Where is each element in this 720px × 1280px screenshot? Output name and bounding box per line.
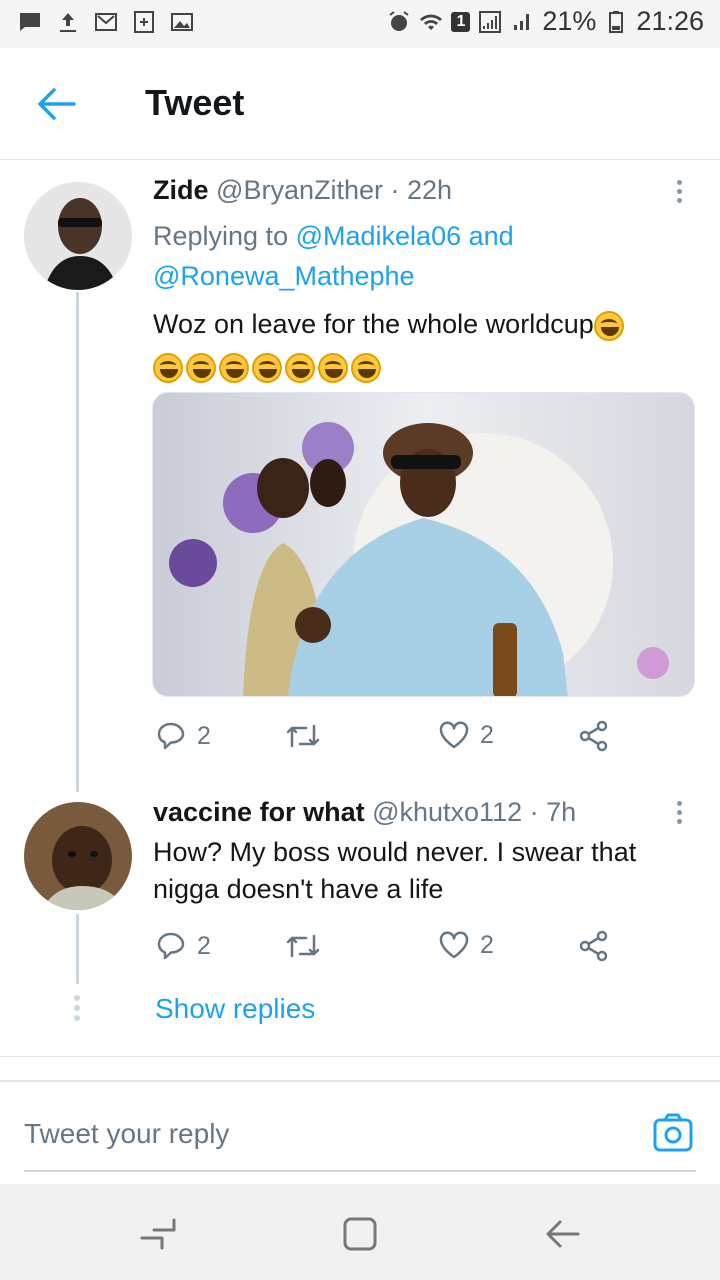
tweet-time: · 22h bbox=[390, 175, 453, 205]
author-name[interactable]: vaccine for what bbox=[153, 797, 365, 827]
thread-line bbox=[76, 292, 79, 792]
more-options-icon[interactable] bbox=[677, 180, 685, 207]
tweet-actions: 2 2 bbox=[155, 720, 625, 756]
divider bbox=[0, 1056, 720, 1057]
battery-icon bbox=[609, 10, 624, 33]
reply-author-line: vaccine for what @khutxo112 · 7h bbox=[153, 797, 576, 828]
signal-bars-icon bbox=[514, 13, 530, 30]
recent-apps-icon[interactable] bbox=[138, 1214, 178, 1254]
notification-icon bbox=[134, 11, 154, 33]
image-icon bbox=[171, 13, 193, 31]
back-arrow-icon[interactable] bbox=[36, 86, 76, 122]
wifi-icon bbox=[420, 14, 443, 30]
user-photo-zide bbox=[24, 182, 132, 290]
reply-input[interactable]: Tweet your reply bbox=[24, 1118, 229, 1150]
grinning-emoji-icon bbox=[219, 352, 249, 383]
retweet-button[interactable] bbox=[285, 930, 321, 962]
show-replies-link[interactable]: Show replies bbox=[155, 993, 315, 1025]
like-count: 2 bbox=[480, 930, 494, 959]
more-options-icon[interactable] bbox=[677, 801, 685, 828]
mention-link[interactable]: @Madikela06 bbox=[296, 221, 462, 251]
heart-icon bbox=[439, 931, 469, 959]
like-button[interactable]: 2 bbox=[438, 720, 494, 750]
retweet-icon bbox=[286, 724, 320, 748]
home-icon[interactable] bbox=[340, 1214, 380, 1254]
reply-count: 2 bbox=[197, 931, 211, 960]
system-nav-bar bbox=[0, 1184, 720, 1280]
share-button[interactable] bbox=[578, 720, 610, 752]
replying-and: and bbox=[468, 221, 514, 251]
grinning-emoji-icon bbox=[186, 352, 216, 383]
party-photo bbox=[153, 393, 694, 696]
avatar[interactable] bbox=[24, 182, 132, 290]
reply-actions: 2 2 bbox=[155, 930, 625, 966]
grinning-emoji-icon bbox=[318, 352, 348, 383]
back-icon[interactable] bbox=[542, 1214, 582, 1254]
reply-icon bbox=[157, 722, 185, 750]
reply-icon bbox=[157, 932, 185, 960]
grinning-emoji-icon bbox=[593, 310, 624, 341]
mention-link[interactable]: @Ronewa_Mathephe bbox=[153, 261, 415, 291]
user-photo-vaccine bbox=[24, 802, 132, 910]
reply-compose-bar: Tweet your reply bbox=[0, 1080, 720, 1184]
reply-text: How? My boss would never. I swear that n… bbox=[153, 834, 693, 908]
status-bar: 1 21% 21:26 bbox=[0, 0, 720, 48]
reply-text-line2: nigga doesn't have a life bbox=[153, 874, 444, 904]
tweet-author-line: Zide @BryanZither · 22h bbox=[153, 175, 452, 206]
app-header: Tweet bbox=[0, 48, 720, 160]
author-handle[interactable]: @khutxo112 bbox=[372, 797, 522, 827]
clock: 21:26 bbox=[636, 6, 704, 36]
replying-to: Replying to @Madikela06 and @Ronewa_Math… bbox=[153, 216, 514, 296]
camera-icon[interactable] bbox=[652, 1112, 694, 1154]
like-button[interactable]: 2 bbox=[438, 930, 494, 960]
tweet-text-content: Woz on leave for the whole worldcup bbox=[153, 309, 594, 339]
thread-line bbox=[76, 914, 79, 984]
tweet-image[interactable] bbox=[152, 392, 695, 697]
grinning-emoji-icon bbox=[153, 352, 183, 383]
share-icon bbox=[579, 930, 608, 962]
grinning-emoji-icon bbox=[252, 352, 282, 383]
upload-icon bbox=[60, 13, 76, 32]
reply-count: 2 bbox=[197, 721, 211, 750]
author-name[interactable]: Zide bbox=[153, 175, 209, 205]
retweet-icon bbox=[286, 934, 320, 958]
tweet-time: · 7h bbox=[529, 797, 577, 827]
reply-text-line1: How? My boss would never. I swear that bbox=[153, 837, 637, 867]
like-count: 2 bbox=[480, 720, 494, 749]
avatar[interactable] bbox=[24, 802, 132, 910]
alarm-icon bbox=[389, 10, 410, 31]
heart-icon bbox=[439, 721, 469, 749]
grinning-emoji-icon bbox=[285, 352, 315, 383]
author-handle[interactable]: @BryanZither bbox=[216, 175, 383, 205]
reply-underline bbox=[24, 1170, 696, 1172]
grinning-emoji-icon bbox=[351, 352, 381, 383]
tweet-text: Woz on leave for the whole worldcup bbox=[153, 303, 683, 387]
share-button[interactable] bbox=[578, 930, 610, 962]
battery-percent: 21% bbox=[542, 6, 597, 36]
sim-badge: 1 bbox=[451, 11, 471, 32]
gmail-icon bbox=[95, 13, 117, 31]
thread-dots bbox=[74, 995, 80, 1025]
message-notification-icon bbox=[20, 13, 40, 31]
reply-button[interactable]: 2 bbox=[155, 720, 211, 752]
replying-prefix: Replying to bbox=[153, 221, 289, 251]
share-icon bbox=[579, 720, 608, 752]
page-title: Tweet bbox=[145, 82, 245, 123]
signal-icon bbox=[479, 10, 502, 33]
retweet-button[interactable] bbox=[285, 720, 321, 752]
reply-button[interactable]: 2 bbox=[155, 930, 211, 962]
